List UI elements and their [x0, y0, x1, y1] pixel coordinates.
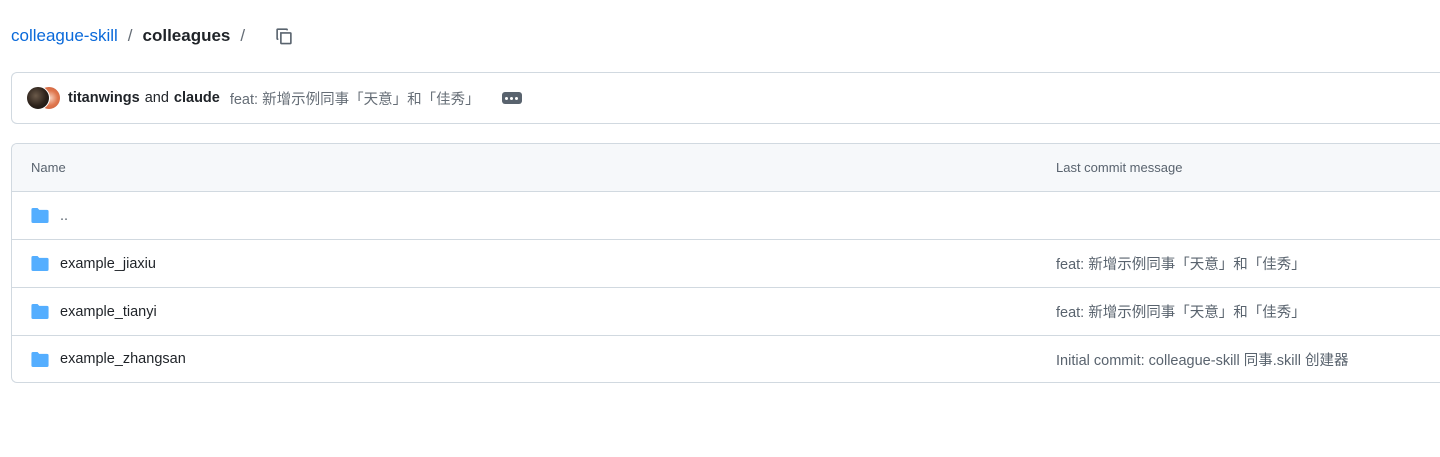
folder-link-example-tianyi[interactable]: example_tianyi: [60, 304, 157, 320]
commit-author-titanwings[interactable]: titanwings: [68, 90, 140, 106]
page: colleague-skill / colleagues / titanwing…: [0, 0, 1440, 457]
table-row[interactable]: example_jiaxiu feat: 新增示例同事「天意」和「佳秀」: [12, 240, 1440, 288]
commit-message-cell[interactable]: Initial commit: colleague-skill 同事.skill…: [1056, 349, 1348, 370]
breadcrumb: colleague-skill / colleagues /: [11, 22, 299, 50]
commit-avatars: [26, 86, 62, 110]
name-cell: example_zhangsan: [31, 351, 186, 367]
avatar-titanwings[interactable]: [26, 86, 50, 110]
name-cell: ..: [31, 208, 68, 224]
breadcrumb-current-folder: colleagues: [142, 26, 231, 45]
folder-link-example-zhangsan[interactable]: example_zhangsan: [60, 351, 186, 367]
commit-message-cell[interactable]: feat: 新增示例同事「天意」和「佳秀」: [1056, 253, 1306, 274]
commit-author-claude[interactable]: claude: [174, 90, 220, 106]
parent-directory-link[interactable]: ..: [60, 208, 68, 224]
table-row-parent[interactable]: ..: [12, 192, 1440, 240]
commit-message-cell[interactable]: feat: 新增示例同事「天意」和「佳秀」: [1056, 301, 1306, 322]
ellipsis-icon: [505, 96, 509, 100]
latest-commit-message[interactable]: feat: 新增示例同事「天意」和「佳秀」: [230, 88, 480, 109]
commit-authors-and: and: [144, 90, 169, 106]
header-last-commit: Last commit message: [1056, 160, 1183, 175]
breadcrumb-trailing-separator: /: [240, 26, 246, 45]
folder-icon: [31, 351, 49, 367]
name-cell: example_tianyi: [31, 304, 157, 320]
name-cell: example_jiaxiu: [31, 256, 156, 272]
header-name: Name: [31, 160, 66, 175]
table-row[interactable]: example_zhangsan Initial commit: colleag…: [12, 336, 1440, 382]
table-header: Name Last commit message: [12, 144, 1440, 192]
folder-link-example-jiaxiu[interactable]: example_jiaxiu: [60, 256, 156, 272]
folder-icon: [31, 208, 49, 223]
breadcrumb-separator: /: [127, 26, 133, 45]
folder-icon: [31, 304, 49, 319]
breadcrumb-repo-link[interactable]: colleague-skill: [11, 26, 118, 46]
table-row[interactable]: example_tianyi feat: 新增示例同事「天意」和「佳秀」: [12, 288, 1440, 336]
file-table: Name Last commit message .. example_jiax…: [11, 143, 1440, 383]
commit-details-button[interactable]: [501, 92, 522, 104]
copy-path-button[interactable]: [269, 22, 299, 50]
copy-icon: [276, 28, 292, 45]
latest-commit-bar: titanwings and claude feat: 新增示例同事「天意」和「…: [11, 72, 1440, 124]
folder-icon: [31, 256, 49, 271]
